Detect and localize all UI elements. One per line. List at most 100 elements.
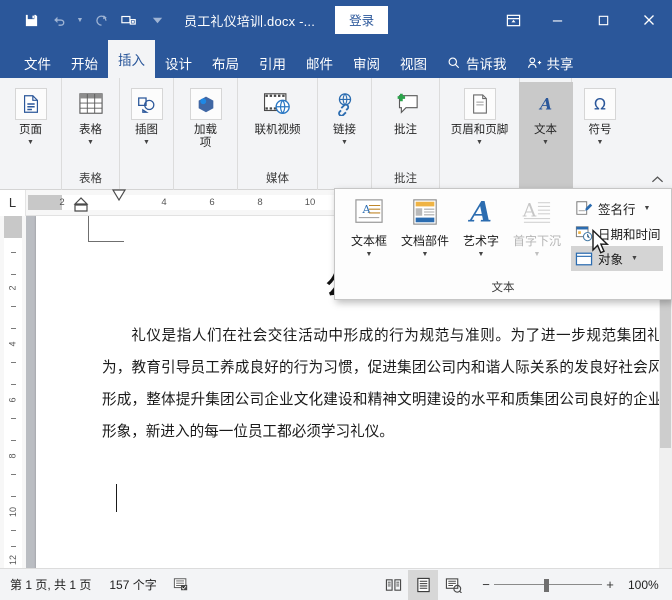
text-cursor [116,484,117,512]
ribbon-button-comment[interactable]: 批注 [379,82,433,137]
undo-icon[interactable] [46,7,72,33]
status-word-count[interactable]: 157 个字 [109,576,156,593]
ribbon-button-addins[interactable]: 加载项 [179,82,233,150]
ribbon-group-tables-label: 表格 [62,168,119,190]
ruler-left-margin [28,195,62,210]
ribbon-group-symbols: Ω 符号 ▼ [572,78,628,190]
tab-references[interactable]: 引用 [249,48,296,78]
chevron-down-icon[interactable]: ▼ [478,251,485,259]
dropdown-button-text-box[interactable]: A 文本框 ▼ [341,195,397,271]
tab-stop-selector[interactable]: L [0,190,26,216]
ribbon-button-online-video[interactable]: 联机视频 [241,82,315,137]
zoom-percentage[interactable]: 100% [628,578,662,592]
zoom-control[interactable]: − + 100% [478,577,662,592]
ribbon-button-table[interactable]: 表格 ▼ [64,82,118,147]
chevron-down-icon[interactable]: ▼ [143,139,150,147]
chevron-down-icon[interactable]: ▼ [597,139,604,147]
ribbon-group-pages-label [0,168,61,190]
touch-mouse-mode-icon[interactable] [116,7,142,33]
chevron-down-icon[interactable]: ▼ [631,255,638,262]
tab-view[interactable]: 视图 [390,48,437,78]
ribbon: 页面 ▼ 表格 ▼ 表格 [0,78,672,190]
maximize-icon[interactable] [580,0,626,40]
online-video-icon [262,88,294,120]
print-layout-icon[interactable] [408,570,438,600]
chevron-down-icon[interactable]: ▼ [87,139,94,147]
ribbon-group-illustrations: 插图 ▼ [120,78,174,190]
proofing-errors-icon[interactable] [173,577,189,592]
ribbon-group-pages: 页面 ▼ [0,78,62,190]
ribbon-group-symbols-label [572,168,628,190]
tab-share[interactable]: 共享 [517,48,584,78]
table-icon [75,88,107,120]
ribbon-button-online-video-label: 联机视频 [255,124,301,137]
tab-layout[interactable]: 布局 [202,48,249,78]
dropdown-button-document-parts[interactable]: 文档部件 ▼ [397,195,453,271]
sign-in-button[interactable]: 登录 [335,6,388,34]
read-mode-icon[interactable] [378,570,408,600]
document-body-text[interactable]: 礼仪是指人们在社会交往活动中形成的行为规范与准则。为了进一步规范集团礼仪行为，教… [102,320,672,448]
first-line-indent-marker[interactable] [110,189,128,202]
collapse-ribbon-icon[interactable] [651,175,664,187]
wordart-icon: A [464,195,498,229]
tab-home[interactable]: 开始 [61,48,108,78]
ribbon-tab-strip: 文件 开始 插入 设计 布局 引用 邮件 审阅 视图 告诉我 共享 [0,40,672,78]
save-icon[interactable] [18,7,44,33]
ribbon-group-tables: 表格 ▼ 表格 [62,78,120,190]
vertical-ruler-track[interactable]: 2 4 6 8 10 12 [4,216,22,568]
tab-review[interactable]: 审阅 [343,48,390,78]
zoom-out-button[interactable]: − [478,577,494,592]
chevron-down-icon[interactable]: ▼ [27,139,34,147]
ribbon-display-options-icon[interactable] [492,0,534,40]
zoom-slider[interactable] [494,578,602,592]
header-footer-icon [464,88,496,120]
tab-design[interactable]: 设计 [155,48,202,78]
dropdown-document-parts-label: 文档部件 [401,232,449,249]
ribbon-button-header-footer-label: 页眉和页脚 [451,124,509,137]
window-controls [492,0,672,40]
hanging-indent-marker[interactable] [72,197,90,213]
ribbon-group-links: 链接 ▼ [318,78,372,190]
tab-insert[interactable]: 插入 [108,40,155,78]
ribbon-button-comment-label: 批注 [394,124,417,137]
dropdown-row-object[interactable]: 对象 ▼ [571,246,663,271]
chevron-down-icon[interactable]: ▼ [644,205,651,212]
redo-icon[interactable] [88,7,114,33]
dropdown-text-box-label: 文本框 [351,232,387,249]
chevron-down-icon[interactable]: ▼ [422,251,429,259]
close-icon[interactable] [626,0,672,40]
chevron-down-icon[interactable]: ▼ [341,139,348,147]
illustrations-icon [131,88,163,120]
status-view-controls: − + 100% [378,570,672,600]
ribbon-group-illustrations-label [120,168,173,190]
tab-file[interactable]: 文件 [14,48,61,78]
tab-mailings[interactable]: 邮件 [296,48,343,78]
dropdown-row-signature-line[interactable]: 签名行 ▼ [571,196,663,221]
ribbon-button-symbol-label: 符号 [589,124,612,137]
ribbon-group-links-label [318,168,371,190]
ribbon-button-symbol[interactable]: Ω 符号 ▼ [573,82,627,147]
ribbon-button-link[interactable]: 链接 ▼ [318,82,372,147]
ribbon-button-header-footer[interactable]: 页眉和页脚 ▼ [443,82,517,147]
customize-qat-icon[interactable] [144,7,170,33]
dropdown-button-wordart[interactable]: A 艺术字 ▼ [453,195,509,271]
page-icon [15,88,47,120]
tab-tell-me[interactable]: 告诉我 [437,48,517,78]
web-layout-icon[interactable] [438,570,468,600]
dropdown-content: A 文本框 ▼ 文档部件 ▼ A 艺术字 ▼ [335,189,671,271]
dropdown-row-date-time[interactable]: 日期和时间 [571,221,663,246]
undo-dropdown-icon[interactable]: ▼ [74,7,86,33]
chevron-down-icon[interactable]: ▼ [366,251,373,259]
ribbon-button-text[interactable]: A 文本 ▼ [519,82,573,190]
zoom-slider-handle[interactable] [544,579,549,592]
ribbon-button-illustrations[interactable]: 插图 ▼ [120,82,174,147]
text-group-dropdown-panel[interactable]: A 文本框 ▼ 文档部件 ▼ A 艺术字 ▼ [334,188,672,300]
zoom-in-button[interactable]: + [602,577,618,592]
mouse-cursor-icon [590,228,612,263]
status-page-count[interactable]: 第 1 页, 共 1 页 [10,576,91,593]
ribbon-button-pages[interactable]: 页面 ▼ [4,82,58,147]
vertical-ruler[interactable]: 2 4 6 8 10 12 [0,216,26,568]
minimize-icon[interactable] [534,0,580,40]
chevron-down-icon[interactable]: ▼ [476,139,483,147]
chevron-down-icon[interactable]: ▼ [542,139,549,147]
